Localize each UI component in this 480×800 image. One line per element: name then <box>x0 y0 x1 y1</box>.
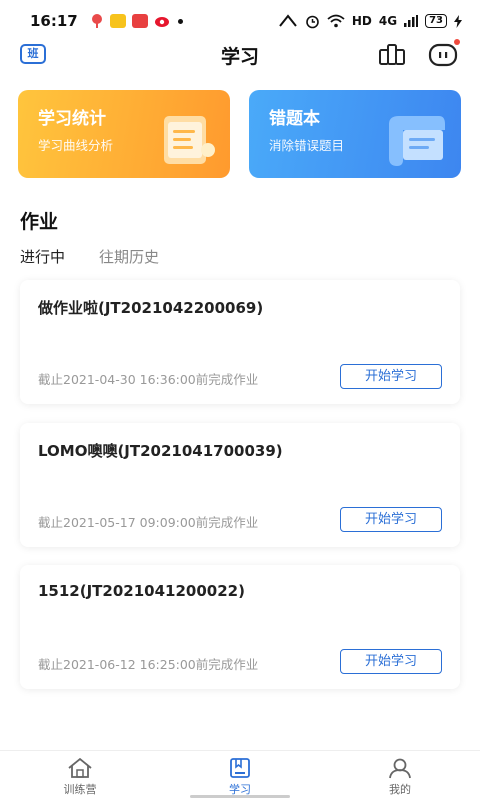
alarm-icon <box>306 15 319 28</box>
tab-history[interactable]: 往期历史 <box>99 246 159 267</box>
homework-title: LOMO噢噢(JT2021041700039) <box>38 442 283 460</box>
start-learning-button[interactable]: 开始学习 <box>340 364 442 389</box>
homework-card[interactable]: 1512(JT2021041200022) 截止2021-06-12 16:25… <box>20 565 460 689</box>
homework-deadline: 截止2021-05-17 09:09:00前完成作业 <box>38 515 259 530</box>
app-notification-icon <box>131 14 148 28</box>
signal-type: 4G <box>378 14 398 28</box>
homework-tabs: 进行中 往期历史 <box>20 246 159 267</box>
signal-icon <box>404 15 419 27</box>
homework-card[interactable]: LOMO噢噢(JT2021041700039) 截止2021-05-17 09:… <box>20 423 460 547</box>
weibo-notification-icon <box>154 17 169 27</box>
nav-item-study[interactable]: 学习 <box>160 751 320 800</box>
user-icon <box>389 758 411 779</box>
message-icon[interactable] <box>428 42 458 68</box>
battery-level: 73 <box>425 14 447 28</box>
bottom-nav: 训练营 学习 我的 <box>0 750 480 800</box>
house-icon <box>68 757 92 778</box>
report-illustration-icon <box>164 116 215 164</box>
nav-item-training-camp[interactable]: 训练营 <box>0 751 160 800</box>
learning-stats-card[interactable]: 学习统计 学习曲线分析 <box>18 90 230 178</box>
nav-label-mine: 我的 <box>389 783 411 796</box>
system-status: HD 4G 73 <box>278 14 462 29</box>
homework-deadline: 截止2021-06-12 16:25:00前完成作业 <box>38 657 259 672</box>
start-learning-button[interactable]: 开始学习 <box>340 507 442 532</box>
app-header: 班 学习 <box>0 36 480 72</box>
wifi-icon <box>327 14 345 28</box>
homework-section-title: 作业 <box>20 211 59 233</box>
cards-icon[interactable] <box>378 42 406 68</box>
nfc-icon <box>279 14 297 27</box>
start-learning-button[interactable]: 开始学习 <box>340 649 442 674</box>
notebook-illustration-icon <box>389 116 445 166</box>
unread-dot <box>454 39 460 45</box>
message-notification-icon <box>109 14 126 28</box>
book-icon <box>230 758 250 778</box>
tab-in-progress[interactable]: 进行中 <box>20 246 65 267</box>
nav-item-mine[interactable]: 我的 <box>320 751 480 800</box>
location-notification-icon <box>91 14 102 28</box>
home-indicator[interactable] <box>190 795 290 798</box>
homework-card[interactable]: 做作业啦(JT2021042200069) 截止2021-04-30 16:36… <box>20 280 460 404</box>
more-notifications-dot <box>177 18 183 24</box>
notification-icons <box>90 13 183 29</box>
status-time: 16:17 <box>30 12 78 30</box>
homework-title: 1512(JT2021041200022) <box>38 582 245 600</box>
nav-label-training-camp: 训练营 <box>63 783 97 796</box>
homework-title: 做作业啦(JT2021042200069) <box>38 299 264 317</box>
network-type: HD <box>351 14 372 28</box>
wrong-questions-card[interactable]: 错题本 消除错误题目 <box>249 90 461 178</box>
charging-icon <box>454 14 462 28</box>
homework-deadline: 截止2021-04-30 16:36:00前完成作业 <box>38 372 259 387</box>
page-title: 学习 <box>220 46 259 68</box>
